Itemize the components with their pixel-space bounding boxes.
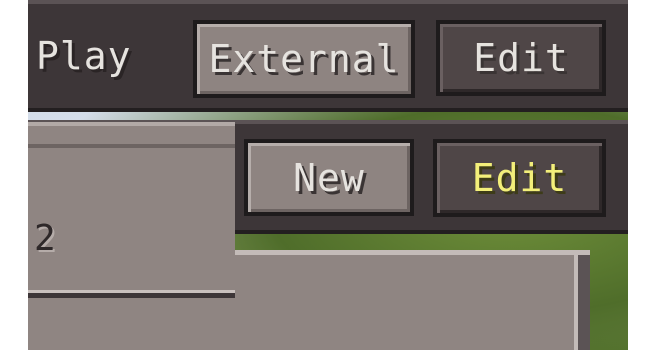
edit-button-hovered-label: Edit xyxy=(471,156,568,200)
external-button[interactable]: External xyxy=(193,20,415,98)
new-button-label: New xyxy=(293,155,365,200)
list-frame-partial-text: 2 xyxy=(34,218,56,259)
list-frame[interactable]: 2 xyxy=(28,122,235,298)
list-frame-bottom-edge xyxy=(28,290,235,298)
new-button[interactable]: New xyxy=(244,139,414,216)
edit-button-top[interactable]: Edit xyxy=(436,20,606,96)
list-frame-divider xyxy=(28,144,235,148)
external-button-label: External xyxy=(208,37,400,81)
game-screen: Play External Edit New Edit 2 xyxy=(0,0,650,350)
play-label[interactable]: Play xyxy=(36,34,132,78)
edit-button-hovered[interactable]: Edit xyxy=(433,139,606,217)
bottom-frame-rim xyxy=(574,255,590,350)
edit-button-top-label: Edit xyxy=(473,36,569,80)
